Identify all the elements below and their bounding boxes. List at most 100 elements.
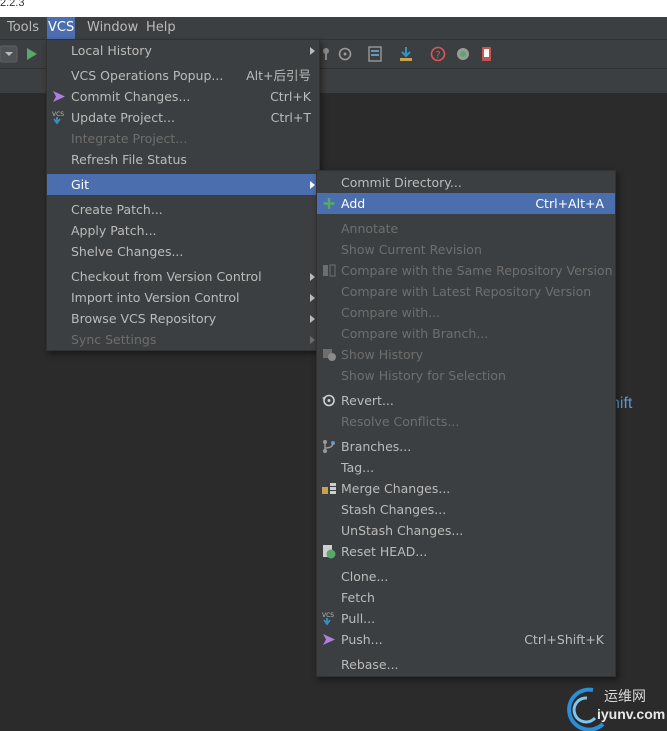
submenu-arrow-icon <box>310 273 315 281</box>
vcs-item-update-project[interactable]: VCS Update Project... Ctrl+T <box>47 107 319 128</box>
menu-window[interactable]: Window <box>86 17 139 39</box>
vcs-item-label: Sync Settings <box>71 332 157 347</box>
git-item-resolve-conflicts[interactable]: Resolve Conflicts... <box>317 411 615 432</box>
git-item-compare-with-branch[interactable]: Compare with Branch... <box>317 323 615 344</box>
vcs-item-sync-settings[interactable]: Sync Settings <box>47 329 319 350</box>
git-item-label: Fetch <box>341 590 375 605</box>
vcs-menu: Local History VCS Operations Popup... Al… <box>46 39 320 351</box>
history-icon[interactable] <box>337 46 353 62</box>
vcs-item-apply-patch[interactable]: Apply Patch... <box>47 220 319 241</box>
vcs-item-checkout[interactable]: Checkout from Version Control <box>47 266 319 287</box>
vcs-item-label: Commit Changes... <box>71 89 191 104</box>
git-item-label: Compare with Branch... <box>341 326 489 341</box>
git-item-revert[interactable]: Revert... <box>317 390 615 411</box>
git-item-compare-latest-version[interactable]: Compare with Latest Repository Version <box>317 281 615 302</box>
vcs-item-commit-changes[interactable]: Commit Changes... Ctrl+K <box>47 86 319 107</box>
add-icon <box>323 198 335 209</box>
vcs-item-operations-popup[interactable]: VCS Operations Popup... Alt+后引号 <box>47 65 319 86</box>
vcs-item-label: Apply Patch... <box>71 223 157 238</box>
vcs-item-import[interactable]: Import into Version Control <box>47 287 319 308</box>
vcs-item-label: VCS Operations Popup... <box>71 68 224 83</box>
git-item-show-history[interactable]: Show History <box>317 344 615 365</box>
git-item-tag[interactable]: Tag... <box>317 457 615 478</box>
shortcut-label: Ctrl+T <box>270 110 311 125</box>
menu-bar: Tools VCS Window Help <box>0 17 667 40</box>
git-submenu: Commit Directory... Add Ctrl+Alt+A Annot… <box>316 170 616 677</box>
submenu-arrow-icon <box>310 294 315 302</box>
git-item-label: Show History <box>341 347 424 362</box>
vcs-item-label: Update Project... <box>71 110 175 125</box>
git-item-label: Reset HEAD... <box>341 544 428 559</box>
git-item-stash-changes[interactable]: Stash Changes... <box>317 499 615 520</box>
git-item-reset-head[interactable]: Reset HEAD... <box>317 541 615 562</box>
vcs-item-browse-repository[interactable]: Browse VCS Repository <box>47 308 319 329</box>
git-item-rebase[interactable]: Rebase... <box>317 654 615 675</box>
shortcut-label: Ctrl+Shift+K <box>524 632 604 647</box>
vcs-update-icon: VCS <box>52 111 64 125</box>
git-item-push[interactable]: Push... Ctrl+Shift+K <box>317 629 615 650</box>
git-item-label: Merge Changes... <box>341 481 451 496</box>
vcs-item-shelve-changes[interactable]: Shelve Changes... <box>47 241 319 262</box>
vcs-item-label: Create Patch... <box>71 202 163 217</box>
record-icon[interactable] <box>455 46 471 62</box>
vcs-item-local-history[interactable]: Local History <box>47 40 319 61</box>
menu-tools[interactable]: Tools <box>6 17 40 39</box>
svg-text:VCS: VCS <box>322 612 334 619</box>
git-item-annotate[interactable]: Annotate <box>317 218 615 239</box>
top-strip <box>0 0 667 17</box>
shortcut-label: Ctrl+K <box>270 89 311 104</box>
dropdown-icon[interactable] <box>0 45 18 63</box>
git-item-label: Annotate <box>341 221 399 236</box>
menu-help[interactable]: Help <box>145 17 177 39</box>
git-item-label: Pull... <box>341 611 376 626</box>
list-icon[interactable] <box>367 46 383 62</box>
reset-head-icon <box>323 545 336 559</box>
git-item-label: Compare with the Same Repository Version <box>341 263 613 278</box>
git-item-fetch[interactable]: Fetch <box>317 587 615 608</box>
help-icon[interactable]: ? <box>430 46 446 62</box>
vcs-item-label: Refresh File Status <box>71 152 187 167</box>
watermark-url-text: iyunv.com <box>597 706 666 722</box>
vcs-item-label: Browse VCS Repository <box>71 311 217 326</box>
submenu-arrow-icon <box>310 336 315 344</box>
vcs-item-create-patch[interactable]: Create Patch... <box>47 199 319 220</box>
git-item-merge-changes[interactable]: Merge Changes... <box>317 478 615 499</box>
show-history-icon <box>323 349 336 361</box>
git-item-compare-with[interactable]: Compare with... <box>317 302 615 323</box>
vcs-item-refresh-file-status[interactable]: Refresh File Status <box>47 149 319 170</box>
submenu-arrow-icon <box>310 315 315 323</box>
git-item-clone[interactable]: Clone... <box>317 566 615 587</box>
git-item-label: UnStash Changes... <box>341 523 464 538</box>
git-item-label: Revert... <box>341 393 394 408</box>
git-item-label: Compare with... <box>341 305 441 320</box>
git-item-label: Stash Changes... <box>341 502 447 517</box>
vcs-pull-icon: VCS <box>322 612 334 626</box>
svg-text:VCS: VCS <box>52 111 64 118</box>
vcs-item-label: Import into Version Control <box>71 290 240 305</box>
git-item-label: Compare with Latest Repository Version <box>341 284 592 299</box>
git-item-show-history-selection[interactable]: Show History for Selection <box>317 365 615 386</box>
git-item-pull[interactable]: VCS Pull... <box>317 608 615 629</box>
revert-icon <box>322 394 335 407</box>
merge-icon <box>322 483 336 494</box>
version-text: 2.2.3 <box>0 0 25 9</box>
phone-icon[interactable] <box>479 46 495 62</box>
vcs-item-label: Shelve Changes... <box>71 244 184 259</box>
download-icon[interactable] <box>398 46 414 62</box>
git-item-show-current-revision[interactable]: Show Current Revision <box>317 239 615 260</box>
run-icon[interactable] <box>24 46 40 62</box>
git-item-label: Add <box>341 196 366 211</box>
git-item-add[interactable]: Add Ctrl+Alt+A <box>317 193 615 214</box>
vcs-item-git[interactable]: Git <box>47 174 319 195</box>
git-item-compare-same-version[interactable]: Compare with the Same Repository Version <box>317 260 615 281</box>
git-item-unstash-changes[interactable]: UnStash Changes... <box>317 520 615 541</box>
commit-arrow-icon <box>53 91 65 102</box>
pin-icon[interactable] <box>318 46 334 62</box>
git-item-commit-directory[interactable]: Commit Directory... <box>317 172 615 193</box>
vcs-item-label: Checkout from Version Control <box>71 269 262 284</box>
vcs-item-label: Integrate Project... <box>71 131 188 146</box>
menu-vcs[interactable]: VCS <box>47 17 76 39</box>
shortcut-label: Ctrl+Alt+A <box>535 196 604 211</box>
git-item-branches[interactable]: Branches... <box>317 436 615 457</box>
vcs-item-integrate-project[interactable]: Integrate Project... <box>47 128 319 149</box>
